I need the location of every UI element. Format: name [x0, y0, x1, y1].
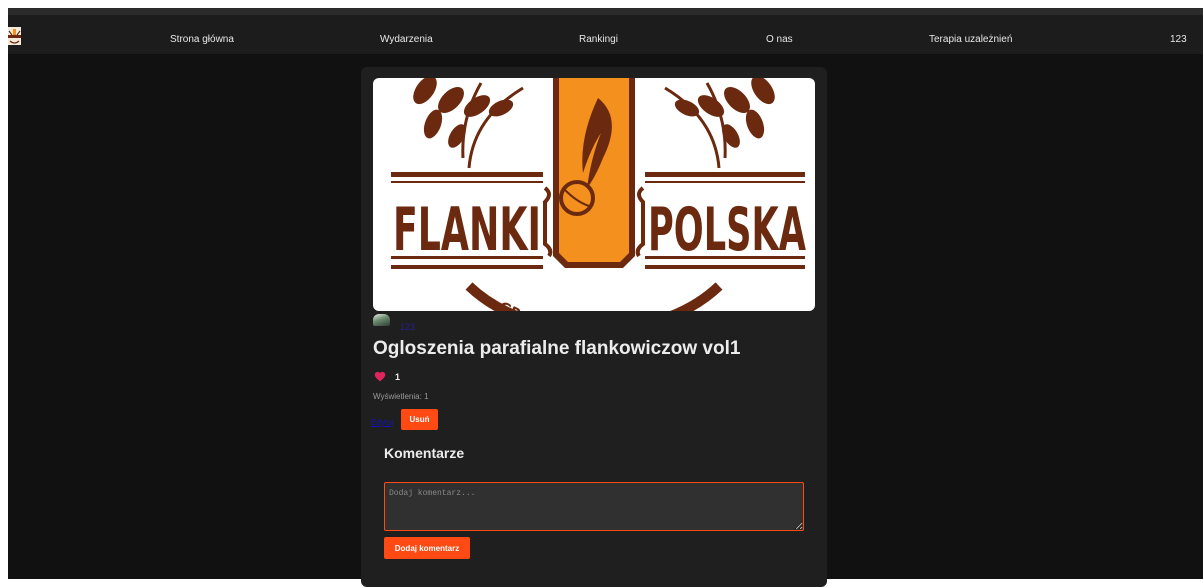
site-logo[interactable]	[8, 27, 21, 45]
app-frame: Strona główna Wydarzenia Rankingi O nas …	[8, 8, 1203, 587]
delete-button[interactable]: Usuń	[401, 409, 438, 430]
logo-text-polska: POLSKA	[648, 195, 806, 265]
nav-events[interactable]: Wydarzenia	[380, 34, 433, 45]
flanki-polska-logo: FLANKI POLSKA GRO ŚCI	[391, 78, 806, 311]
author-link[interactable]: 123	[400, 322, 415, 332]
post-image: FLANKI POLSKA GRO ŚCI	[373, 78, 815, 311]
post-title: Ogloszenia parafialne flankowiczow vol1	[373, 338, 741, 359]
author-avatar[interactable]	[373, 314, 390, 326]
nav-home[interactable]: Strona główna	[170, 34, 234, 45]
comment-input[interactable]	[384, 482, 804, 531]
add-comment-button[interactable]: Dodaj komentarz	[384, 537, 470, 559]
logo-text-bottom: GRO ŚCI	[496, 297, 562, 311]
nav-therapy[interactable]: Terapia uzależnień	[929, 34, 1012, 45]
view-count-value: 1	[424, 392, 429, 401]
logo-text-flanki: FLANKI	[393, 195, 541, 265]
nav-rankings[interactable]: Rankingi	[579, 34, 618, 45]
flanki-logo-icon	[8, 29, 21, 44]
edit-link[interactable]: Edytuj	[371, 418, 393, 427]
top-strip	[8, 8, 1203, 15]
nav-user[interactable]: 123	[1170, 34, 1187, 45]
comments-heading: Komentarze	[384, 445, 465, 461]
nav-about[interactable]: O nas	[766, 34, 793, 45]
view-count-label: Wyświetlenia:	[373, 392, 422, 401]
post-card: FLANKI POLSKA GRO ŚCI 123 Ogloszenia par…	[361, 67, 827, 587]
navbar: Strona główna Wydarzenia Rankingi O nas …	[8, 15, 1203, 54]
view-count: Wyświetlenia: 1	[373, 392, 429, 401]
heart-icon[interactable]	[374, 371, 386, 382]
like-count: 1	[395, 372, 401, 382]
